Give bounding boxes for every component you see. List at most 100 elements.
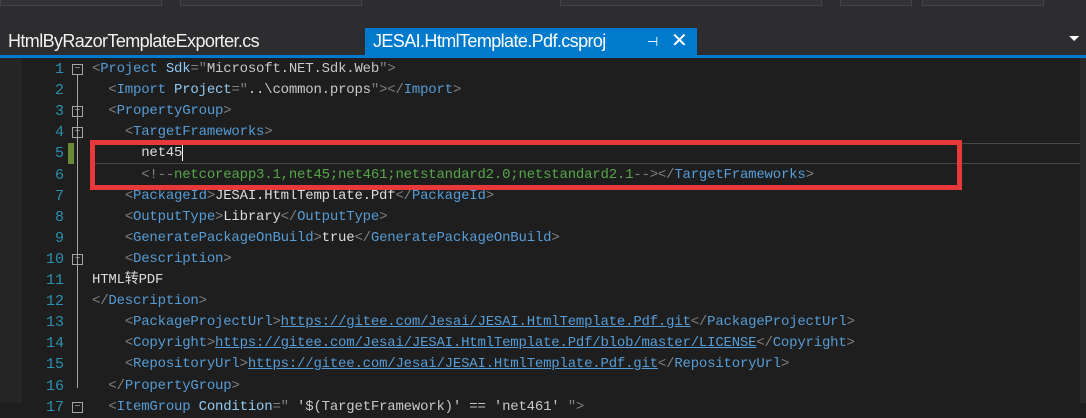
line-number: 17 bbox=[45, 398, 64, 416]
tab-label: JESAI.HtmlTemplate.Pdf.csproj bbox=[373, 31, 606, 51]
code-token-punct: > bbox=[452, 82, 462, 99]
code-token-tag: RepositoryUrl bbox=[674, 356, 781, 373]
collapse-icon[interactable]: − bbox=[72, 401, 83, 413]
code-token-punct: </ bbox=[108, 377, 125, 394]
code-token-punct: < bbox=[108, 398, 117, 415]
code-token-tag: Import bbox=[403, 82, 453, 99]
code-token-punct: > bbox=[239, 356, 248, 373]
tab-htmlbyrazortemplateexporter[interactable]: HtmlByRazorTemplateExporter.cs bbox=[0, 28, 267, 55]
code-token-punct: < bbox=[108, 103, 117, 120]
code-line[interactable]: 8 <OutputType>Library</OutputType> bbox=[0, 207, 1080, 228]
code-token-punct: "></ bbox=[370, 82, 404, 99]
line-number: 3 bbox=[54, 103, 64, 121]
line-number: 4 bbox=[54, 124, 64, 142]
line-number: 1 bbox=[54, 61, 64, 78]
code-token-punct: < bbox=[108, 82, 117, 99]
line-number: 8 bbox=[54, 208, 64, 226]
code-token-val: '$(TargetFramework)' == 'net461' bbox=[288, 398, 568, 415]
fold-guide bbox=[77, 75, 78, 388]
code-token-tag: Description bbox=[108, 293, 199, 310]
code-token-text: true bbox=[321, 229, 355, 246]
toolbar-box[interactable] bbox=[560, 0, 822, 6]
code-text: HTML转PDF bbox=[92, 270, 163, 291]
toolbar-box[interactable] bbox=[0, 0, 162, 6]
code-line[interactable]: 15 <RepositoryUrl>https://gitee.com/Jesa… bbox=[0, 354, 1080, 375]
code-token-punct: > bbox=[223, 103, 232, 120]
code-token-punct: </ bbox=[657, 356, 675, 373]
code-text: <RepositoryUrl>https://gitee.com/Jesai/J… bbox=[92, 354, 790, 375]
code-text: <Import Project="..\common.props"></Impo… bbox=[92, 80, 461, 101]
code-token-tag: PackageProjectUrl bbox=[133, 314, 273, 331]
toolbar-box[interactable] bbox=[840, 0, 912, 6]
code-token-punct: </ bbox=[354, 229, 371, 246]
code-token-punct: </ bbox=[756, 335, 773, 352]
line-number: 16 bbox=[45, 377, 64, 395]
collapse-icon[interactable]: − bbox=[72, 64, 83, 75]
code-token-tag: TargetFrameworks bbox=[133, 124, 265, 141]
code-line[interactable]: 9 <GeneratePackageOnBuild>true</Generate… bbox=[0, 228, 1080, 249]
code-line[interactable]: 13 <PackageProjectUrl>https://gitee.com/… bbox=[0, 312, 1080, 333]
code-line[interactable]: 3− <PropertyGroup> bbox=[0, 101, 1080, 122]
code-text: <OutputType>Library</OutputType> bbox=[92, 207, 388, 228]
code-token-tag: PropertyGroup bbox=[124, 377, 232, 394]
code-line[interactable]: 11 HTML转PDF bbox=[0, 270, 1080, 291]
code-token-tag: Copyright bbox=[133, 335, 207, 352]
code-editor[interactable]: 1− <Project Sdk="Microsoft.NET.Sdk.Web"> 2… bbox=[0, 58, 1086, 416]
code-line[interactable]: 10− <Description> bbox=[0, 249, 1080, 270]
code-token-punct: > bbox=[846, 335, 855, 352]
code-token-tag: GeneratePackageOnBuild bbox=[370, 229, 552, 246]
code-text: <ItemGroup Condition=" '$(TargetFramewor… bbox=[92, 397, 584, 418]
code-text: <Copyright>https://gitee.com/Jesai/JESAI… bbox=[92, 333, 855, 354]
code-line[interactable]: 14 <Copyright>https://gitee.com/Jesai/JE… bbox=[0, 333, 1080, 354]
code-token-punct: < bbox=[124, 124, 134, 141]
code-token-punct: > bbox=[264, 124, 273, 141]
line-number: 7 bbox=[54, 187, 64, 205]
line-number: 2 bbox=[54, 82, 64, 100]
close-icon[interactable]: ✕ bbox=[671, 28, 688, 55]
url-link[interactable]: https://gitee.com/Jesai/JESAI.HtmlTempla… bbox=[215, 335, 756, 351]
code-token-punct: =" bbox=[190, 61, 207, 77]
code-token-tag: Project bbox=[100, 61, 158, 77]
pin-icon[interactable]: ⊣ bbox=[647, 28, 658, 55]
code-token-punct: </ bbox=[92, 293, 109, 310]
code-token-punct: =" bbox=[272, 398, 289, 415]
code-line[interactable]: 12 </Description> bbox=[0, 291, 1080, 312]
code-line[interactable]: 1− <Project Sdk="Microsoft.NET.Sdk.Web"> bbox=[0, 59, 1080, 80]
code-line[interactable]: 17− <ItemGroup Condition=" '$(TargetFram… bbox=[0, 397, 1080, 418]
code-token-punct: > bbox=[379, 208, 388, 225]
code-token-tag: Copyright bbox=[772, 335, 847, 352]
code-token-punct: </ bbox=[690, 314, 708, 331]
url-link[interactable]: https://gitee.com/Jesai/JESAI.HtmlTempla… bbox=[248, 356, 658, 372]
vertical-scrollbar[interactable] bbox=[1080, 58, 1086, 403]
code-text: </Description> bbox=[92, 291, 207, 312]
code-line[interactable]: 2 <Import Project="..\common.props"></Im… bbox=[0, 80, 1080, 101]
toolbar-box[interactable] bbox=[180, 0, 362, 6]
code-token-tag: OutputType bbox=[133, 208, 216, 225]
code-token-text: HTML转PDF bbox=[92, 272, 164, 288]
code-token-punct: < bbox=[124, 314, 134, 331]
code-token-tag: GeneratePackageOnBuild bbox=[133, 229, 314, 246]
tab-jesai-csproj[interactable]: JESAI.HtmlTemplate.Pdf.csproj ⊣ ✕ bbox=[365, 28, 697, 55]
line-number: 13 bbox=[45, 314, 64, 332]
code-token-punct: < bbox=[124, 250, 134, 267]
code-token-punct: > bbox=[313, 229, 322, 246]
fold-guide bbox=[77, 138, 78, 177]
code-token-tag: ItemGroup bbox=[116, 398, 191, 415]
dropdown-icon[interactable]: ⏷ bbox=[1069, 30, 1080, 47]
line-number: 9 bbox=[54, 229, 64, 247]
line-number: 11 bbox=[45, 272, 64, 289]
toolbar-box[interactable] bbox=[922, 0, 1044, 6]
code-token-attr: Project bbox=[165, 82, 232, 99]
code-token-punct: > bbox=[231, 377, 240, 394]
toolbar-strip bbox=[0, 0, 1086, 24]
code-token-punct: < bbox=[92, 61, 101, 77]
code-token-punct: > bbox=[198, 293, 207, 310]
url-link[interactable]: https://gitee.com/Jesai/JESAI.HtmlTempla… bbox=[281, 314, 691, 330]
code-text: <Description> bbox=[92, 249, 232, 270]
code-line[interactable]: 16 </PropertyGroup> bbox=[0, 376, 1080, 397]
